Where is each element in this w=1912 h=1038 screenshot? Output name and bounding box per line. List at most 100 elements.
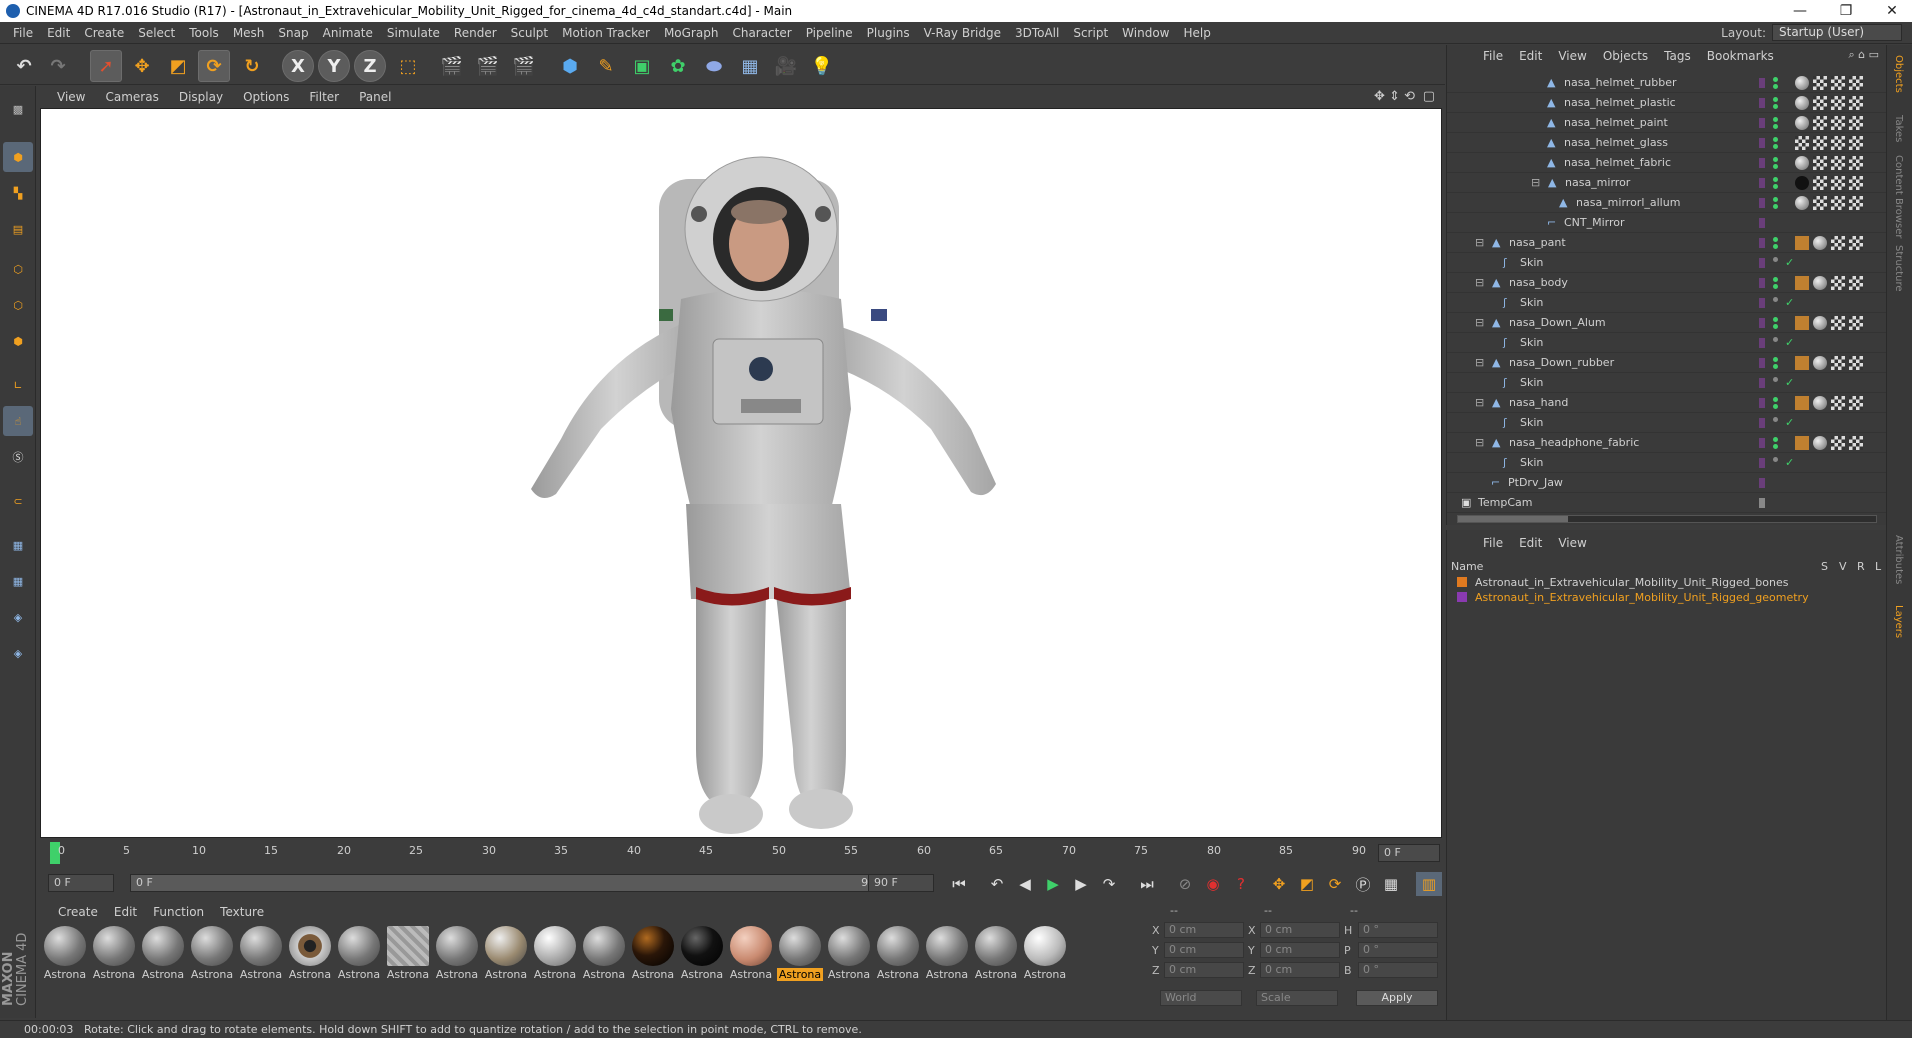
collapse-icon[interactable]: ⊟ xyxy=(1475,356,1487,369)
enabled-check-icon[interactable]: ✓ xyxy=(1785,376,1794,389)
objects-menu-objects[interactable]: Objects xyxy=(1595,49,1656,63)
material-swatch[interactable]: Astrona xyxy=(924,924,970,982)
object-row[interactable]: ʃ Skin ✓ xyxy=(1447,453,1887,473)
enabled-check-icon[interactable]: ✓ xyxy=(1785,416,1794,429)
object-row[interactable]: ⊟ ▲ nasa_body xyxy=(1447,273,1887,293)
layer-color-swatch[interactable] xyxy=(1457,577,1467,587)
layers-menu-edit[interactable]: Edit xyxy=(1511,536,1550,550)
position-z-field[interactable]: 0 cm xyxy=(1164,962,1244,978)
record-motion-icon[interactable]: ⊘ xyxy=(1172,872,1198,896)
objects-menu-bookmarks[interactable]: Bookmarks xyxy=(1699,49,1782,63)
material-swatch[interactable]: Astrona xyxy=(728,924,774,982)
close-button[interactable]: ✕ xyxy=(1872,0,1912,22)
spline-pen-icon[interactable]: ✎ xyxy=(590,50,622,82)
range-slider[interactable]: 0 F 90 F xyxy=(130,874,900,892)
polygons-mode-icon[interactable]: ⬢ xyxy=(3,326,33,356)
viewport-menu-display[interactable]: Display xyxy=(169,90,233,104)
edges-mode-icon[interactable]: ⬡ xyxy=(3,290,33,320)
menu-character[interactable]: Character xyxy=(725,26,798,40)
tab-structure[interactable]: Structure xyxy=(1893,245,1904,292)
object-row[interactable]: ▲ nasa_helmet_fabric xyxy=(1447,153,1887,173)
python-script-icon[interactable]: ◈ xyxy=(3,602,33,632)
object-row[interactable]: ⊟ ▲ nasa_pant xyxy=(1447,233,1887,253)
light-icon[interactable]: 💡 xyxy=(806,50,838,82)
object-row[interactable]: ⊟ ▲ nasa_headphone_fabric xyxy=(1447,433,1887,453)
enabled-check-icon[interactable]: ✓ xyxy=(1785,456,1794,469)
viewport-3d[interactable] xyxy=(40,108,1442,838)
material-swatch[interactable]: Astrona xyxy=(973,924,1019,982)
object-row[interactable]: ʃ Skin ✓ xyxy=(1447,293,1887,313)
python-script-2-icon[interactable]: ◈ xyxy=(3,638,33,668)
menu-plugins[interactable]: Plugins xyxy=(860,26,917,40)
camera-icon[interactable]: 🎥 xyxy=(770,50,802,82)
minimize-button[interactable]: — xyxy=(1780,0,1820,22)
render-settings-icon[interactable]: 🎬 xyxy=(508,50,540,82)
next-frame-icon[interactable]: ▶ xyxy=(1068,872,1094,896)
object-row[interactable]: ▲ nasa_helmet_glass xyxy=(1447,133,1887,153)
planar-workplane-icon[interactable]: ▦ xyxy=(3,566,33,596)
menu-motion-tracker[interactable]: Motion Tracker xyxy=(555,26,657,40)
z-axis-button[interactable]: Z xyxy=(354,50,386,82)
search-icon[interactable]: ⌕ ⌂ ▭ xyxy=(1848,48,1879,62)
coordinate-system-icon[interactable]: ⬚ xyxy=(392,50,424,82)
material-menu-function[interactable]: Function xyxy=(145,905,212,919)
tab-attributes[interactable]: Attributes xyxy=(1893,535,1904,584)
material-swatch[interactable]: Astrona xyxy=(630,924,676,982)
workplane-lock-icon[interactable]: ▦ xyxy=(3,530,33,560)
menu-create[interactable]: Create xyxy=(77,26,131,40)
key-position-icon[interactable]: ✥ xyxy=(1266,872,1292,896)
points-mode-icon[interactable]: ⬡ xyxy=(3,254,33,284)
objects-menu-edit[interactable]: Edit xyxy=(1511,49,1550,63)
start-frame-field[interactable]: 0 F xyxy=(48,874,114,892)
material-swatch[interactable]: Astrona xyxy=(826,924,872,982)
render-view-icon[interactable]: 🎬 xyxy=(436,50,468,82)
material-swatch[interactable]: Astrona xyxy=(1022,924,1068,982)
record-icon[interactable]: ◉ xyxy=(1200,872,1226,896)
timeline-ruler[interactable]: 0 5 10 15 20 25 30 35 40 45 50 55 60 65 … xyxy=(40,840,1442,868)
menu-help[interactable]: Help xyxy=(1176,26,1217,40)
magnet-icon[interactable]: ⊂ xyxy=(3,486,33,516)
material-swatch-active[interactable]: Astrona xyxy=(777,924,823,982)
current-frame-field[interactable]: 0 F xyxy=(1378,844,1440,862)
object-row[interactable]: ⌐ PtDrv_Jaw xyxy=(1447,473,1887,493)
deformer-icon[interactable]: ⬬ xyxy=(698,50,730,82)
layer-row[interactable]: Astronaut_in_Extravehicular_Mobility_Uni… xyxy=(1457,590,1877,604)
material-swatch[interactable]: Astrona xyxy=(483,924,529,982)
model-mode-icon[interactable]: ⬢ xyxy=(3,142,33,172)
rotation-h-field[interactable]: 0 ° xyxy=(1358,922,1438,938)
object-row[interactable]: ▲ nasa_mirrorl_allum xyxy=(1447,193,1887,213)
live-selection-icon[interactable]: ➚ xyxy=(90,50,122,82)
layers-menu-view[interactable]: View xyxy=(1550,536,1594,550)
collapse-icon[interactable]: ⊟ xyxy=(1531,176,1543,189)
key-rotation-icon[interactable]: ⟳ xyxy=(1322,872,1348,896)
redo-icon[interactable]: ↷ xyxy=(42,50,74,82)
undo-icon[interactable]: ↶ xyxy=(8,50,40,82)
layout-dropdown[interactable]: Startup (User) xyxy=(1772,24,1902,41)
menu-edit[interactable]: Edit xyxy=(40,26,77,40)
texture-mode-icon[interactable]: ▚ xyxy=(3,178,33,208)
material-swatch[interactable]: Astrona xyxy=(679,924,725,982)
render-picture-viewer-icon[interactable]: 🎬 xyxy=(472,50,504,82)
object-row[interactable]: ⊟ ▲ nasa_Down_Alum xyxy=(1447,313,1887,333)
material-menu-create[interactable]: Create xyxy=(50,905,106,919)
object-row[interactable]: ⊟ ▲ nasa_hand xyxy=(1447,393,1887,413)
menu-tools[interactable]: Tools xyxy=(182,26,226,40)
material-menu-edit[interactable]: Edit xyxy=(106,905,145,919)
axis-mode-icon[interactable]: ∟ xyxy=(3,370,33,400)
menu-script[interactable]: Script xyxy=(1066,26,1115,40)
menu-snap[interactable]: Snap xyxy=(271,26,315,40)
layer-row[interactable]: Astronaut_in_Extravehicular_Mobility_Uni… xyxy=(1457,575,1877,589)
objects-menu-file[interactable]: File xyxy=(1475,49,1511,63)
recent-tool-icon[interactable]: ↻ xyxy=(236,50,268,82)
go-to-start-icon[interactable]: ⏮ xyxy=(946,872,972,896)
viewport-maximize-icon[interactable]: ▢ xyxy=(1423,89,1435,104)
material-swatch[interactable]: Astrona xyxy=(532,924,578,982)
end-frame-field[interactable]: 90 F xyxy=(868,874,934,892)
key-pla-icon[interactable]: ▦ xyxy=(1378,872,1404,896)
cloner-icon[interactable]: ✿ xyxy=(662,50,694,82)
viewport-menu-cameras[interactable]: Cameras xyxy=(95,90,168,104)
menu-animate[interactable]: Animate xyxy=(316,26,380,40)
tab-layers[interactable]: Layers xyxy=(1893,605,1904,638)
material-swatch[interactable]: Astrona xyxy=(189,924,235,982)
object-row[interactable]: ʃ Skin ✓ xyxy=(1447,253,1887,273)
